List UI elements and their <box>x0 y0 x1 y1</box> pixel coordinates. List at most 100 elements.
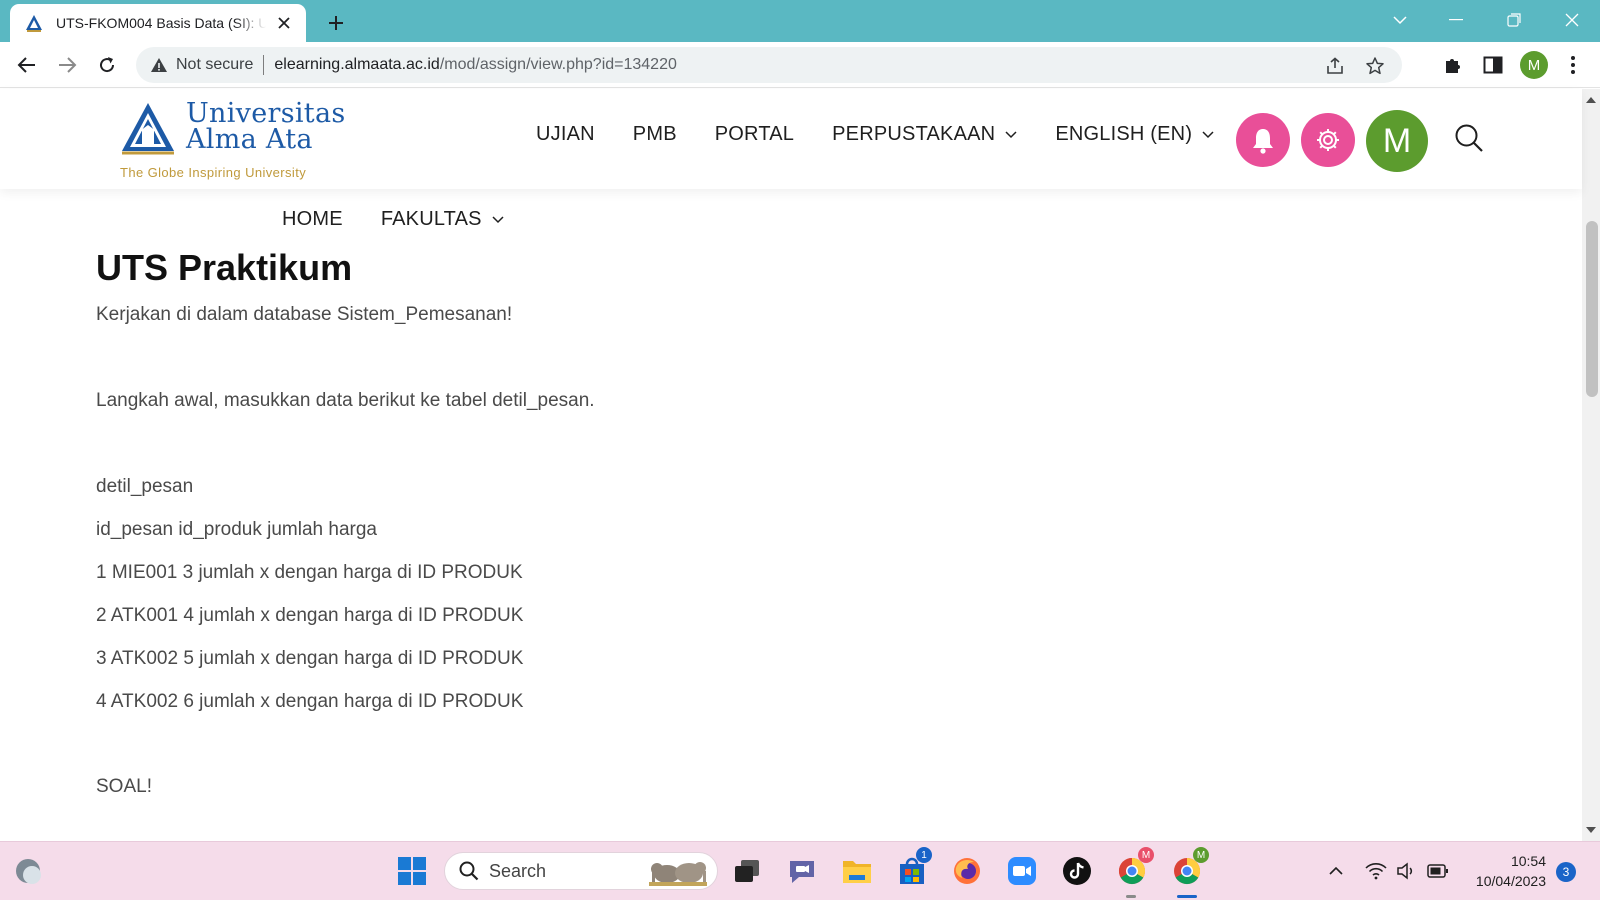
taskbar-search-label: Search <box>489 860 547 881</box>
university-logo[interactable]: Universitas Alma Ata The Globe Inspiring… <box>120 100 346 180</box>
browser-profile-avatar[interactable]: M <box>1520 51 1548 79</box>
clock-date: 10/04/2023 <box>1475 873 1546 889</box>
chrome-profile-1-icon[interactable]: M <box>1112 847 1154 891</box>
browser-tab-bar: UTS-FKOM004 Basis Data (SI): UTS Praktik… <box>0 0 1600 42</box>
user-avatar[interactable]: M <box>1366 110 1428 172</box>
nav-portal[interactable]: PORTAL <box>715 123 794 146</box>
site-favicon-icon <box>26 15 42 32</box>
tiktok-icon[interactable] <box>1057 851 1097 891</box>
microsoft-store-icon[interactable]: 1 <box>892 847 932 891</box>
show-hidden-icons-chevron-icon[interactable] <box>1316 851 1356 891</box>
logo-line2: Alma Ata <box>186 124 313 155</box>
weather-widget-icon[interactable] <box>8 851 48 891</box>
notification-center-badge[interactable]: 3 <box>1556 862 1576 882</box>
nav-pmb-label: PMB <box>632 123 677 145</box>
logo-tagline: The Globe Inspiring University <box>120 165 307 180</box>
taskbar-search[interactable]: Search <box>444 852 718 890</box>
store-badge: 1 <box>916 847 932 863</box>
instruction-paragraph: Kerjakan di dalam database Sistem_Pemesa… <box>96 304 513 325</box>
new-tab-plus-icon[interactable] <box>322 10 350 36</box>
questions-heading: SOAL! <box>96 776 152 797</box>
nav-perpustakaan-label: PERPUSTAKAAN <box>832 123 996 145</box>
main-navigation: UJIAN PMB PORTAL PERPUSTAKAAN ENGLISH (E… <box>536 123 1252 146</box>
assignment-content: UTS Praktikum Kerjakan di dalam database… <box>96 246 1496 797</box>
logo-text: Universitas Alma Ata <box>186 100 346 155</box>
back-arrow-icon[interactable] <box>12 50 42 80</box>
chrome-profile-1-running-indicator <box>1126 895 1136 898</box>
settings-button[interactable] <box>1301 113 1355 167</box>
battery-icon[interactable] <box>1418 851 1458 891</box>
data-row-line: 1 MIE001 3 jumlah x dengan harga di ID P… <box>96 562 523 583</box>
chevron-down-icon <box>1005 130 1017 138</box>
browser-tab[interactable]: UTS-FKOM004 Basis Data (SI): UTS Praktik… <box>10 4 306 42</box>
not-secure-label[interactable]: Not secure <box>176 56 253 74</box>
site-header: Universitas Alma Ata The Globe Inspiring… <box>0 89 1582 189</box>
chrome-profile-2-icon[interactable]: M <box>1167 847 1209 891</box>
elephants-illustration-icon <box>649 862 707 886</box>
firefox-icon[interactable] <box>947 851 987 891</box>
instruction-paragraph: Langkah awal, masukkan data berikut ke t… <box>96 390 595 411</box>
tab-search-chevron-icon[interactable] <box>1380 6 1420 34</box>
table-name-line: detil_pesan <box>96 476 194 497</box>
site-search-icon[interactable] <box>1452 121 1486 155</box>
tab-close-icon[interactable] <box>274 13 294 33</box>
data-row-line: 4 ATK002 6 jumlah x dengan harga di ID P… <box>96 691 524 712</box>
chrome-profile-1-badge: M <box>1138 847 1154 863</box>
forward-arrow-icon[interactable] <box>52 50 82 80</box>
nav-language[interactable]: ENGLISH (EN) <box>1055 123 1214 146</box>
warning-triangle-icon[interactable] <box>150 56 168 74</box>
nav-perpustakaan[interactable]: PERPUSTAKAAN <box>832 123 1017 146</box>
bell-icon <box>1253 129 1273 154</box>
nav-ujian-label: UJIAN <box>536 123 595 145</box>
university-emblem-icon <box>122 103 174 155</box>
reload-icon[interactable] <box>92 50 122 80</box>
notifications-button[interactable] <box>1236 113 1290 167</box>
task-view-icon[interactable] <box>727 851 767 891</box>
nav-language-label: ENGLISH (EN) <box>1055 123 1193 145</box>
file-explorer-icon[interactable] <box>837 851 877 891</box>
browser-menu-kebab-icon[interactable] <box>1560 52 1586 78</box>
subnav-fakultas-label: FAKULTAS <box>380 208 482 230</box>
subnav-home-label: HOME <box>282 208 343 230</box>
teams-chat-icon[interactable] <box>782 851 822 891</box>
browser-toolbar: Not secure elearning.almaata.ac.id/mod/a… <box>0 42 1600 88</box>
chevron-down-icon <box>492 215 504 223</box>
url-host: elearning.almaata.ac.id <box>274 56 440 73</box>
extensions-puzzle-icon[interactable] <box>1440 52 1466 78</box>
data-row-line: 3 ATK002 5 jumlah x dengan harga di ID P… <box>96 648 524 669</box>
restore-icon[interactable] <box>1494 6 1534 34</box>
address-bar[interactable]: Not secure elearning.almaata.ac.id/mod/a… <box>136 47 1402 83</box>
scrollbar-thumb[interactable] <box>1586 221 1598 397</box>
subnav-home[interactable]: HOME <box>282 208 343 231</box>
nav-ujian[interactable]: UJIAN <box>536 123 595 146</box>
secondary-navigation: HOME FAKULTAS <box>282 208 542 231</box>
page-title: UTS Praktikum <box>96 247 353 288</box>
gear-icon <box>1317 129 1339 151</box>
table-header-line: id_pesan id_produk jumlah harga <box>96 519 377 540</box>
data-row-line: 2 ATK001 4 jumlah x dengan harga di ID P… <box>96 605 524 626</box>
url-text[interactable]: elearning.almaata.ac.id/mod/assign/view.… <box>274 56 677 74</box>
scroll-down-arrow-icon[interactable] <box>1586 825 1596 835</box>
chevron-down-icon <box>1202 130 1214 138</box>
scroll-up-arrow-icon[interactable] <box>1586 95 1596 105</box>
nav-pmb[interactable]: PMB <box>633 123 677 146</box>
nav-portal-label: PORTAL <box>714 123 795 145</box>
side-panel-icon[interactable] <box>1480 52 1506 78</box>
bookmark-star-icon[interactable] <box>1364 55 1386 77</box>
page-scrollbar[interactable] <box>1582 89 1600 841</box>
tab-title: UTS-FKOM004 Basis Data (SI): UTS Praktik… <box>56 15 266 31</box>
url-path: /mod/assign/view.php?id=134220 <box>439 56 677 73</box>
close-window-icon[interactable] <box>1552 6 1592 34</box>
minimize-icon[interactable] <box>1436 6 1476 34</box>
clock-time: 10:54 <box>1510 853 1546 869</box>
zoom-icon[interactable] <box>1002 851 1042 891</box>
windows-start-icon[interactable] <box>392 851 432 891</box>
address-separator <box>263 55 265 75</box>
share-icon[interactable] <box>1324 55 1346 77</box>
windows-taskbar: Search 1 M M 10:54 10/04/2023 3 <box>0 841 1600 900</box>
search-icon <box>459 861 479 881</box>
subnav-fakultas[interactable]: FAKULTAS <box>381 208 504 231</box>
chrome-profile-2-active-indicator <box>1177 895 1197 898</box>
chrome-profile-2-badge: M <box>1193 847 1209 863</box>
system-clock[interactable]: 10:54 10/04/2023 <box>1462 851 1546 891</box>
